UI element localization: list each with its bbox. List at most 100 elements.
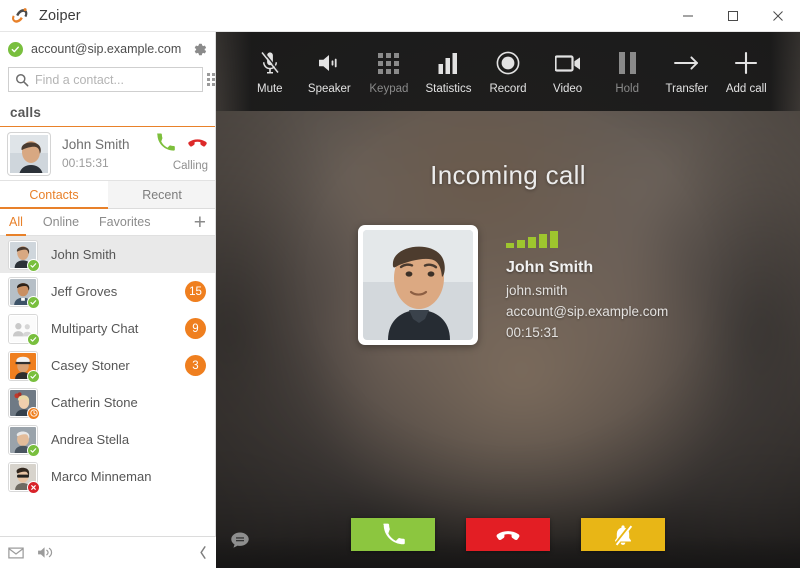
hangup-call-button[interactable] [466, 518, 550, 551]
presence-indicator [27, 406, 40, 420]
title-bar: Zoiper [0, 0, 800, 32]
search-input[interactable] [35, 72, 196, 87]
toolbar-label: Hold [615, 83, 639, 95]
calls-section-header: calls [10, 105, 42, 120]
toolbar-keypad-button[interactable]: Keypad [359, 48, 419, 95]
active-call-state: Calling [172, 160, 208, 172]
avatar [9, 277, 40, 309]
plus-icon [734, 48, 758, 78]
plus-icon[interactable]: + [194, 212, 206, 233]
list-item[interactable]: Andrea Stella [0, 421, 216, 458]
tab-recent[interactable]: Recent [108, 181, 216, 208]
minimize-button[interactable] [665, 0, 710, 32]
contact-list: John Smith Jeff Groves 15 Multiparty Cha… [0, 236, 216, 495]
microphone-muted-icon [259, 48, 281, 78]
status-bar [0, 536, 216, 568]
zoiper-logo-icon [10, 6, 30, 26]
peer-name: John Smith [506, 259, 594, 276]
zoiper-window: Zoiper account@sip.example.com Find a co… [0, 0, 800, 568]
search-icon [15, 73, 29, 87]
toolbar-video-button[interactable]: Video [538, 48, 598, 95]
active-call-name: John Smith [62, 137, 130, 152]
record-circle-icon [496, 48, 520, 78]
search-box[interactable] [8, 67, 203, 92]
toolbar-label: Record [489, 83, 527, 95]
unread-badge: 9 [185, 318, 206, 339]
list-item[interactable]: Marco Minneman [0, 458, 216, 495]
check-circle-icon [8, 41, 23, 57]
tab-contacts[interactable]: Contacts [0, 181, 108, 209]
toolbar-record-button[interactable]: Record [478, 48, 538, 95]
call-actions [216, 518, 800, 551]
peer-info: John Smith john.smith account@sip.exampl… [358, 225, 668, 345]
contact-avatar [8, 132, 50, 175]
list-item[interactable]: Jeff Groves 15 [0, 273, 216, 310]
toolbar-label: Add call [725, 83, 767, 95]
envelope-icon[interactable] [8, 546, 24, 559]
pause-icon [618, 48, 636, 78]
speaker-icon [317, 48, 341, 78]
presence-indicator [27, 332, 40, 346]
active-call-meta: John Smith 00:15:31 [62, 137, 156, 170]
filter-online[interactable]: Online [43, 209, 79, 236]
chevron-left-icon[interactable] [198, 545, 208, 560]
filter-favorites[interactable]: Favorites [99, 209, 150, 236]
window-controls [665, 0, 800, 32]
avatar [9, 462, 40, 494]
unread-badge: 3 [185, 355, 206, 376]
phone-answer-icon [382, 523, 405, 546]
chat-bubble-icon[interactable] [230, 531, 250, 556]
avatar [9, 314, 40, 346]
active-call-row[interactable]: John Smith 00:15:31 Calling [0, 127, 216, 181]
account-name: account@sip.example.com [31, 42, 182, 56]
silence-ringtone-button[interactable] [581, 518, 665, 551]
unread-badge: 15 [185, 281, 206, 302]
toolbar-label: Transfer [665, 83, 708, 95]
speaker-icon[interactable] [37, 546, 54, 559]
gear-icon[interactable] [186, 36, 212, 62]
toolbar-add-call-button[interactable]: Add call [717, 48, 777, 95]
call-panel: Mute Speaker Keypad Statistics Record Vi… [216, 32, 800, 568]
phone-hangup-icon[interactable] [187, 132, 208, 158]
answer-call-button[interactable] [351, 518, 435, 551]
list-item[interactable]: Multiparty Chat 9 [0, 310, 216, 347]
list-item[interactable]: John Smith [0, 236, 216, 273]
phone-hangup-icon [495, 522, 521, 548]
signal-strength-icon [506, 231, 668, 248]
presence-indicator [27, 295, 40, 309]
toolbar-speaker-button[interactable]: Speaker [300, 48, 360, 95]
avatar [9, 425, 40, 457]
presence-indicator [27, 443, 40, 457]
peer-duration: 00:15:31 [506, 325, 559, 340]
window-title: Zoiper [39, 7, 81, 24]
contact-filters: All Online Favorites + [0, 209, 216, 236]
toolbar-mute-button[interactable]: Mute [240, 48, 300, 95]
peer-username: john.smith [506, 283, 568, 298]
account-row[interactable]: account@sip.example.com [0, 35, 216, 63]
phone-answer-icon[interactable] [156, 133, 175, 157]
peer-details: John Smith john.smith account@sip.exampl… [506, 225, 668, 340]
toolbar-label: Statistics [425, 83, 472, 95]
toolbar-label: Video [552, 83, 583, 95]
contact-name: Multiparty Chat [51, 321, 139, 336]
contact-name: Marco Minneman [51, 469, 152, 484]
toolbar-statistics-button[interactable]: Statistics [419, 48, 479, 95]
sidebar: account@sip.example.com ca [0, 32, 216, 536]
presence-indicator [27, 369, 40, 383]
active-call-duration: 00:15:31 [62, 156, 109, 170]
bar-chart-icon [438, 48, 458, 78]
filter-all[interactable]: All [6, 209, 26, 236]
bell-muted-icon [611, 523, 635, 547]
toolbar-label: Keypad [369, 83, 409, 95]
list-item[interactable]: Casey Stoner 3 [0, 347, 216, 384]
contact-name: Casey Stoner [51, 358, 130, 373]
toolbar-label: Mute [256, 83, 283, 95]
avatar [9, 351, 40, 383]
maximize-button[interactable] [710, 0, 755, 32]
call-status-title: Incoming call [430, 160, 586, 190]
arrow-right-icon [673, 48, 700, 78]
list-item[interactable]: Catherin Stone [0, 384, 216, 421]
toolbar-transfer-button[interactable]: Transfer [657, 48, 717, 95]
close-button[interactable] [755, 0, 800, 32]
toolbar-hold-button[interactable]: Hold [597, 48, 657, 95]
